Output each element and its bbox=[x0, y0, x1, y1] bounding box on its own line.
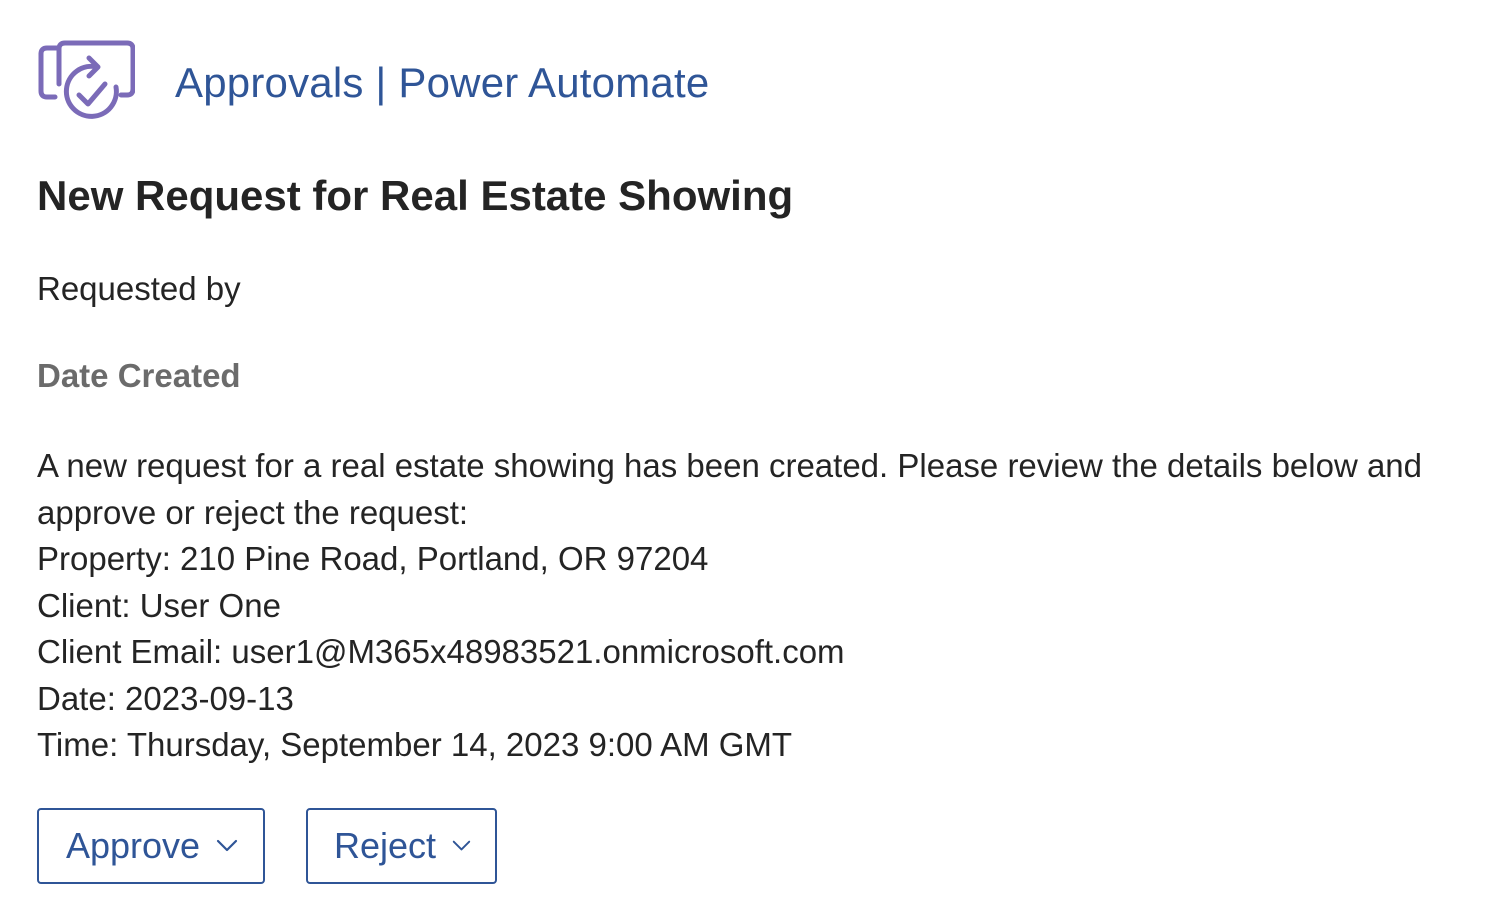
requested-by-label: Requested by bbox=[37, 270, 241, 307]
approve-button-label: Approve bbox=[65, 825, 201, 866]
date-created-label: Date Created bbox=[37, 357, 241, 394]
request-details: A new request for a real estate showing … bbox=[37, 443, 1497, 769]
details-line-client: Client: User One bbox=[37, 586, 281, 624]
request-title: New Request for Real Estate Showing bbox=[37, 172, 794, 219]
details-line-time: Time: Thursday, September 14, 2023 9:00 … bbox=[37, 726, 793, 763]
approvals-icon bbox=[38, 40, 135, 119]
app-title: Approvals | Power Automate bbox=[175, 59, 710, 106]
details-line-date: Date: 2023-09-13 bbox=[37, 679, 294, 717]
details-line-client-email: Client Email: user1@M365x48983521.onmicr… bbox=[37, 633, 845, 670]
details-line-intro-cont: approve or reject the request: bbox=[37, 493, 469, 531]
chevron-down-icon bbox=[216, 839, 238, 852]
reject-button-label: Reject bbox=[334, 825, 437, 866]
action-buttons: Approve Reject bbox=[37, 808, 497, 884]
details-line-property: Property: 210 Pine Road, Portland, OR 97… bbox=[37, 540, 709, 577]
approve-button[interactable]: Approve bbox=[37, 808, 265, 884]
details-line-intro: A new request for a real estate showing … bbox=[37, 447, 1423, 484]
chevron-down-icon bbox=[452, 840, 471, 851]
reject-button[interactable]: Reject bbox=[306, 808, 497, 884]
app-header: Approvals | Power Automate bbox=[37, 39, 709, 127]
